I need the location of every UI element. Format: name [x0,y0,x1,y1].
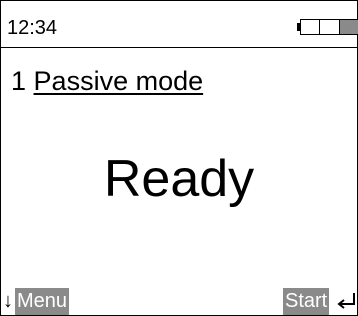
battery-cell [338,20,358,34]
clock: 12:34 [7,17,58,39]
start-softkey[interactable]: Start [283,288,330,315]
menu-softkey[interactable]: Menu [15,288,70,315]
status-bar: 12:34 [1,1,358,48]
battery-cell [319,20,339,34]
arrow-down-icon: ↓ [3,290,13,312]
status-text: Ready [103,150,255,208]
mode-number: 1 [11,66,27,96]
enter-icon [337,293,355,309]
battery-body [300,19,358,35]
mode-name: Passive mode [33,66,204,96]
device-screen: 12:34 1 Passive mode Ready ↓ Menu Start [0,0,358,316]
battery-cell [301,20,320,34]
battery-icon [297,19,358,35]
mode-title: 1 Passive mode [11,65,203,97]
softkey-bar: ↓ Menu Start [1,287,357,315]
